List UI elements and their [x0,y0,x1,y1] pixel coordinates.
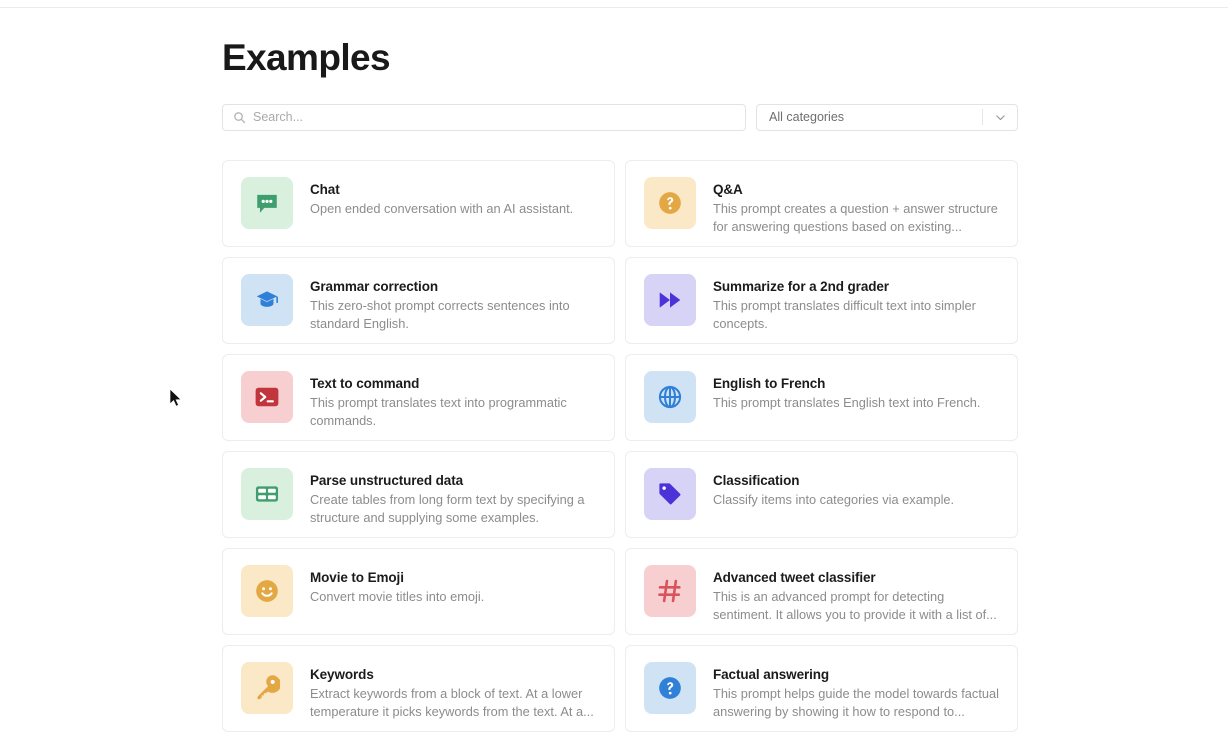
example-card[interactable]: Parse unstructured data Create tables fr… [222,450,615,538]
example-card[interactable]: Text to command This prompt translates t… [222,353,615,441]
example-card-title: Classification [713,472,800,488]
question-circle-icon [644,176,696,229]
question-circle-icon [644,661,696,714]
example-card-text: English to French This prompt translates… [713,371,980,412]
example-card[interactable]: Movie to Emoji Convert movie titles into… [222,547,615,635]
example-card-text: Chat Open ended conversation with an AI … [310,177,573,218]
fast-forward-icon [644,273,696,326]
example-card[interactable]: Chat Open ended conversation with an AI … [222,159,615,247]
terminal-icon [241,370,293,423]
example-card-title: Summarize for a 2nd grader [713,278,889,294]
example-card-title: Movie to Emoji [310,569,404,585]
example-card-description: Open ended conversation with an AI assis… [310,200,574,216]
category-filter-value: All categories [769,110,845,125]
example-card-description: Extract keywords from a block of text. A… [310,685,594,720]
category-filter-select[interactable]: All categories [756,103,1018,131]
example-card-title: Chat [310,181,340,197]
example-card[interactable]: Factual answering This prompt helps guid… [625,644,1018,732]
search-icon [233,111,246,124]
table-icon [241,467,293,520]
example-card-text: Keywords Extract keywords from a block o… [310,662,596,722]
search-field[interactable] [222,103,746,131]
examples-grid: Chat Open ended conversation with an AI … [222,159,1018,732]
example-card-title: English to French [713,375,826,391]
example-card-description: This prompt creates a question + answer … [713,200,998,235]
example-card-description: This is an advanced prompt for detecting… [713,588,997,623]
example-card-text: Factual answering This prompt helps guid… [713,662,999,722]
chat-bubble-icon [241,176,293,229]
example-card-text: Classification Classify items into categ… [713,468,954,509]
example-card-title: Advanced tweet classifier [713,569,876,585]
example-card-description: This zero-shot prompt corrects sentences… [310,297,570,332]
example-card-title: Keywords [310,666,374,682]
example-card-text: Grammar correction This zero-shot prompt… [310,274,596,334]
mouse-cursor [170,389,182,407]
example-card-text: Q&A This prompt creates a question + ans… [713,177,999,237]
example-card[interactable]: Grammar correction This zero-shot prompt… [222,256,615,344]
example-card-description: This prompt helps guide the model toward… [713,685,999,720]
chevron-down-icon[interactable] [983,111,1017,124]
example-card-description: Classify items into categories via examp… [713,491,955,507]
example-card-title: Parse unstructured data [310,472,463,488]
tag-icon [644,467,696,520]
hashtag-icon [644,564,696,617]
example-card-text: Advanced tweet classifier This is an adv… [713,565,999,625]
example-card[interactable]: Classification Classify items into categ… [625,450,1018,538]
example-card[interactable]: Summarize for a 2nd grader This prompt t… [625,256,1018,344]
example-card-description: Convert movie titles into emoji. [310,588,485,604]
smiley-face-icon [241,564,293,617]
globe-icon [644,370,696,423]
key-icon [241,661,293,714]
example-card[interactable]: Q&A This prompt creates a question + ans… [625,159,1018,247]
example-card[interactable]: Keywords Extract keywords from a block o… [222,644,615,732]
example-card-text: Text to command This prompt translates t… [310,371,596,431]
content-column: Examples All categories [222,37,1018,732]
example-card-description: Create tables from long form text by spe… [310,491,585,526]
top-divider-bar [0,0,1228,8]
example-card-description: This prompt translates text into program… [310,394,567,429]
example-card-title: Q&A [713,181,743,197]
example-card-title: Factual answering [713,666,830,682]
examples-page: Examples All categories [0,8,1228,740]
graduation-cap-icon [241,273,293,326]
example-card-description: This prompt translates English text into… [713,394,981,410]
example-card-title: Text to command [310,375,420,391]
example-card-text: Parse unstructured data Create tables fr… [310,468,596,528]
example-card-description: This prompt translates difficult text in… [713,297,976,332]
example-card[interactable]: English to French This prompt translates… [625,353,1018,441]
example-card-title: Grammar correction [310,278,438,294]
page-title: Examples [222,37,391,78]
example-card[interactable]: Advanced tweet classifier This is an adv… [625,547,1018,635]
search-input[interactable] [246,104,745,130]
filter-row: All categories [222,103,1018,131]
example-card-text: Summarize for a 2nd grader This prompt t… [713,274,999,334]
example-card-text: Movie to Emoji Convert movie titles into… [310,565,484,606]
